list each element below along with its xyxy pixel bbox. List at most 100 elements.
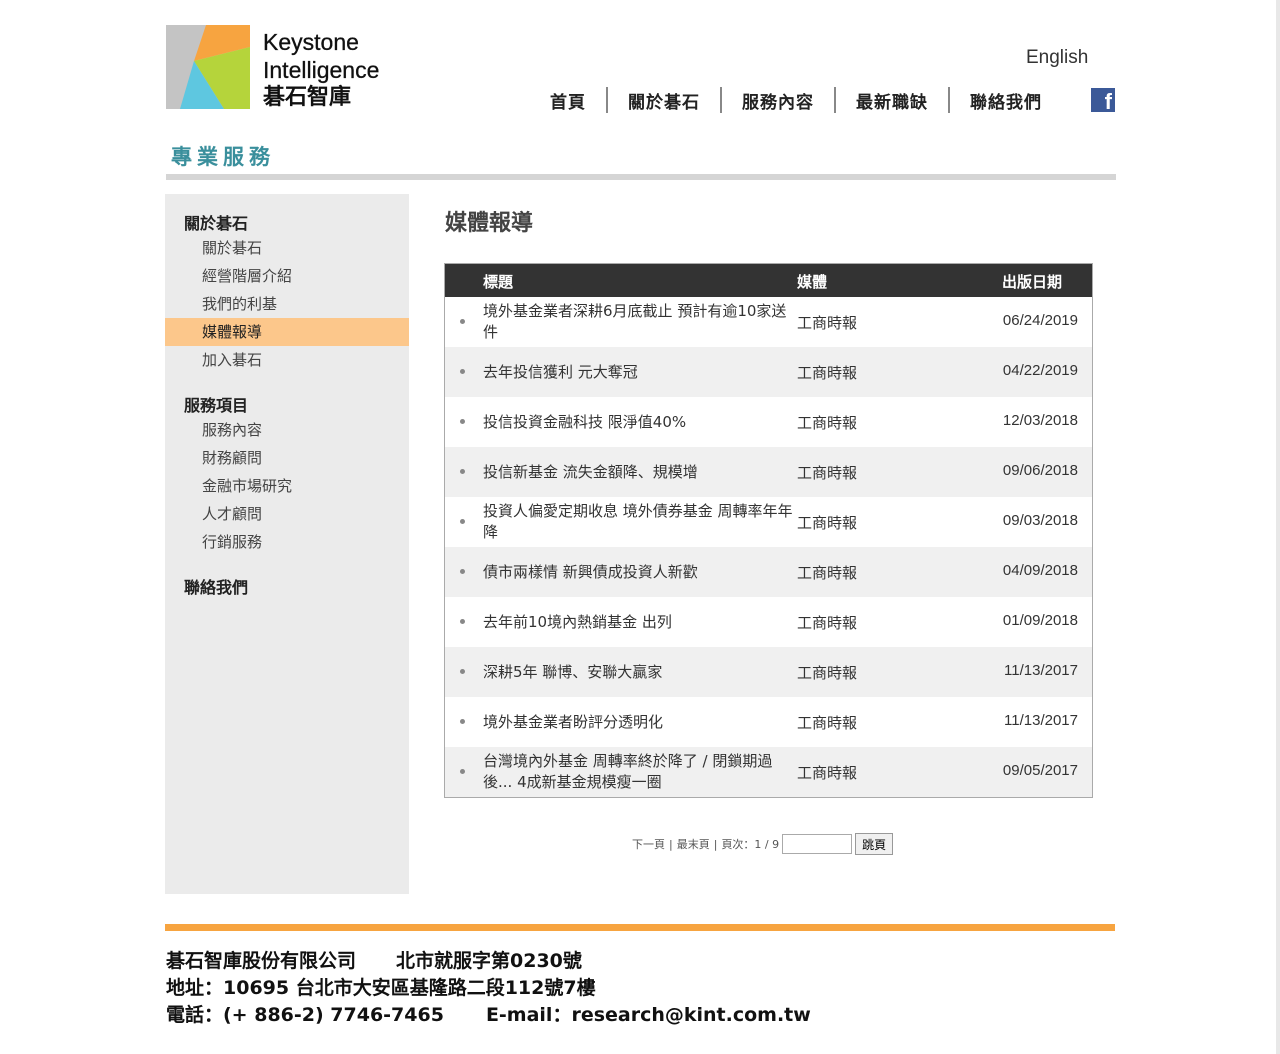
footer-address: 地址：10695 台北市大安區基隆路二段112號7樓 [166,977,596,999]
article-media: 工商時報 [797,614,858,632]
brand-en-line2: Intelligence [263,57,380,83]
footer-phone: 電話：(+ 886-2) 7746-7465 [166,1004,444,1026]
article-title-link[interactable]: 去年投信獲利 元大奪冠 [483,347,793,397]
article-title-link[interactable]: 台灣境內外基金 周轉率終於降了 / 閉鎖期過後... 4成新基金規模瘦一圈 [483,747,793,797]
bullet-icon [460,569,465,574]
table-row: 境外基金業者盼評分透明化 工商時報 11/13/2017 [445,697,1092,747]
footer-license: 北市就服字第0230號 [396,950,582,972]
table-row: 投資人偏愛定期收息 境外債券基金 周轉率年年降 工商時報 09/03/2018 [445,497,1092,547]
english-link[interactable]: English [1026,47,1088,69]
table-row: 深耕5年 聯博、安聯大贏家 工商時報 11/13/2017 [445,647,1092,697]
nav-services[interactable]: 服務內容 [722,88,834,113]
article-date: 09/06/2018 [1002,462,1078,479]
article-media: 工商時報 [797,364,858,382]
sidebar-group-services[interactable]: 服務項目 [184,392,248,416]
article-media: 工商時報 [797,464,858,482]
sidebar-group-about[interactable]: 關於碁石 [184,210,248,234]
sidebar-group-contact[interactable]: 聯絡我們 [184,574,248,598]
article-date: 11/13/2017 [1004,662,1078,679]
sidebar-item-about[interactable]: 關於碁石 [165,234,409,262]
table-body: 境外基金業者深耕6月底截止 預計有逾10家送件 工商時報 06/24/2019 去年投… [445,297,1092,797]
article-date: 09/05/2017 [1002,762,1078,779]
bullet-icon [460,619,465,624]
article-date: 12/03/2018 [1002,412,1078,429]
article-title-link[interactable]: 去年前10境內熱銷基金 出列 [483,597,793,647]
table-row: 台灣境內外基金 周轉率終於降了 / 閉鎖期過後... 4成新基金規模瘦一圈 工商時… [445,747,1092,797]
sidebar-item-market-research[interactable]: 金融市場研究 [165,472,409,500]
column-header-media: 媒體 [797,273,828,291]
bullet-icon [460,469,465,474]
table-row: 投信投資金融科技 限淨值40% 工商時報 12/03/2018 [445,397,1092,447]
keystone-logo[interactable] [166,25,250,109]
next-page-link[interactable]: 下一頁 [632,836,665,852]
brand-name: Keystone Intelligence 碁石智庫 [263,28,380,112]
pager-separator: | [669,837,673,851]
article-date: 06/24/2019 [1002,312,1078,329]
bullet-icon [460,419,465,424]
footer: 碁石智庫股份有限公司 北市就服字第0230號 地址：10695 台北市大安區基隆路… [166,948,811,1029]
section-title: 專業服務 [171,145,275,169]
article-media: 工商時報 [797,764,858,782]
table-row: 境外基金業者深耕6月底截止 預計有逾10家送件 工商時報 06/24/2019 [445,297,1092,347]
article-title-link[interactable]: 深耕5年 聯博、安聯大贏家 [483,647,793,697]
page-info: 頁次：1 / 9 [721,838,780,851]
sidebar-item-management[interactable]: 經營階層介紹 [165,262,409,290]
last-page-link[interactable]: 最末頁 [677,836,710,852]
top-nav: 首頁 關於碁石 服務內容 最新職缺 聯絡我們 [530,86,1062,114]
footer-divider [165,924,1115,931]
article-title-link[interactable]: 投資人偏愛定期收息 境外債券基金 周轉率年年降 [483,497,793,547]
section-divider [166,174,1116,180]
article-date: 01/09/2018 [1002,612,1078,629]
sidebar: 關於碁石 關於碁石 經營階層介紹 我們的利基 媒體報導 加入碁石 服務項目 服務… [165,194,409,894]
footer-company: 碁石智庫股份有限公司 [166,950,357,972]
nav-about[interactable]: 關於碁石 [608,88,720,113]
footer-email: E-mail：research@kint.com.tw [485,1004,811,1026]
article-media: 工商時報 [797,664,858,682]
table-header: 標題 媒體 出版日期 [445,264,1092,297]
page-number-input[interactable] [782,834,853,854]
article-title-link[interactable]: 境外基金業者盼評分透明化 [483,697,793,747]
bullet-icon [460,519,465,524]
article-media: 工商時報 [797,314,858,332]
nav-home[interactable]: 首頁 [530,88,606,113]
article-media: 工商時報 [797,414,858,432]
table-row: 去年前10境內熱銷基金 出列 工商時報 01/09/2018 [445,597,1092,647]
scrollbar[interactable] [1276,0,1280,1054]
sidebar-item-financial-advisory[interactable]: 財務顧問 [165,444,409,472]
bullet-icon [460,769,465,774]
bullet-icon [460,669,465,674]
brand-zh: 碁石智庫 [263,85,352,110]
sidebar-item-media[interactable]: 媒體報導 [165,318,409,346]
sidebar-item-join[interactable]: 加入碁石 [165,346,409,374]
article-title-link[interactable]: 投信新基金 流失金額降、規模增 [483,447,793,497]
article-title-link[interactable]: 投信投資金融科技 限淨值40% [483,397,793,447]
article-date: 11/13/2017 [1004,712,1078,729]
article-date: 09/03/2018 [1002,512,1078,529]
article-date: 04/22/2019 [1002,362,1078,379]
go-page-button[interactable]: 跳頁 [855,833,894,855]
sidebar-item-talent-advisory[interactable]: 人才顧問 [165,500,409,528]
table-row: 債市兩樣情 新興債成投資人新歡 工商時報 04/09/2018 [445,547,1092,597]
article-date: 04/09/2018 [1002,562,1078,579]
sidebar-item-marketing[interactable]: 行銷服務 [165,528,409,556]
article-media: 工商時報 [797,514,858,532]
pager-separator: | [713,837,718,851]
sidebar-item-service-content[interactable]: 服務內容 [165,416,409,444]
page-title: 媒體報導 [445,211,534,236]
facebook-icon[interactable]: f [1091,88,1115,112]
sidebar-item-niche[interactable]: 我們的利基 [165,290,409,318]
bullet-icon [460,719,465,724]
article-title-link[interactable]: 境外基金業者深耕6月底截止 預計有逾10家送件 [483,297,793,347]
article-media: 工商時報 [797,714,858,732]
bullet-icon [460,369,465,374]
table-row: 去年投信獲利 元大奪冠 工商時報 04/22/2019 [445,347,1092,397]
article-media: 工商時報 [797,564,858,582]
nav-contact[interactable]: 聯絡我們 [950,88,1062,113]
article-title-link[interactable]: 債市兩樣情 新興債成投資人新歡 [483,547,793,597]
brand-en-line1: Keystone [263,29,359,55]
table-row: 投信新基金 流失金額降、規模增 工商時報 09/06/2018 [445,447,1092,497]
column-header-title: 標題 [483,273,514,291]
pagination: 下一頁 | 最末頁 | 頁次：1 / 9 跳頁 [632,833,894,855]
bullet-icon [460,319,465,324]
nav-jobs[interactable]: 最新職缺 [836,88,948,113]
